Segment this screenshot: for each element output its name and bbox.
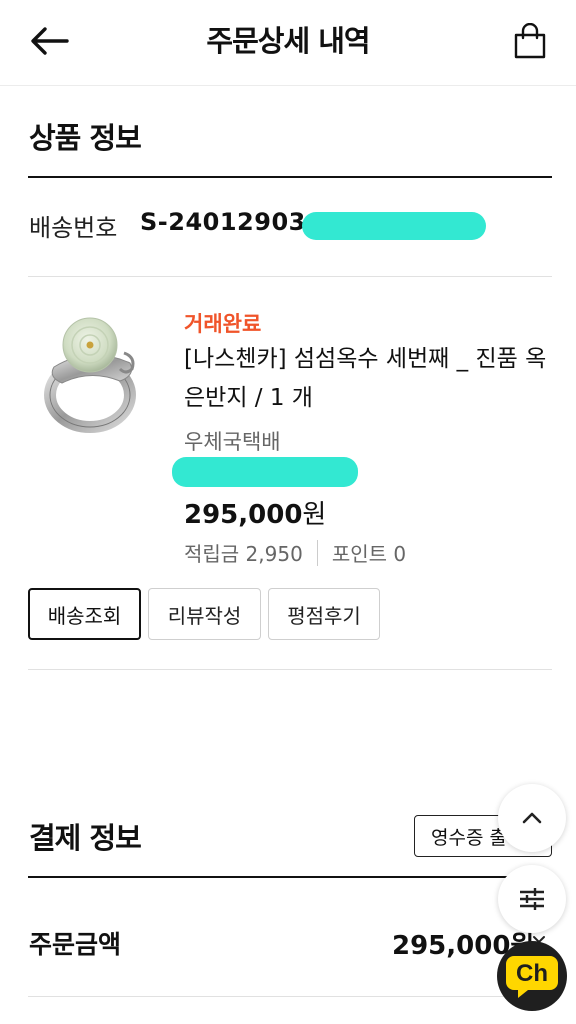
shipping-number-value: S-24012903- <box>140 208 317 236</box>
section-divider <box>28 176 552 178</box>
redaction-mark <box>172 457 358 487</box>
price-amount: 295,000 <box>184 500 303 530</box>
channel-talk-button[interactable]: Ch <box>497 941 567 1011</box>
track-shipping-button[interactable]: 배송조회 <box>28 588 141 640</box>
write-review-button[interactable]: 리뷰작성 <box>148 588 261 640</box>
sliders-icon <box>520 888 544 910</box>
shopping-bag-icon <box>514 23 546 59</box>
cart-button[interactable] <box>510 20 550 62</box>
chevron-up-icon <box>522 812 542 824</box>
chat-bubble-icon: Ch <box>506 956 558 998</box>
filter-button[interactable] <box>498 865 566 933</box>
order-total-label: 주문금액 <box>29 930 122 959</box>
shipping-method: 우체국택배 <box>184 430 281 454</box>
payment-info-title: 결제 정보 <box>29 821 142 855</box>
price-currency: 원 <box>302 500 327 530</box>
divider <box>28 276 552 277</box>
product-name[interactable]: [나스첸카] 섬섬옥수 세번째 _ 진품 옥 은반지 / 1 개 <box>184 340 556 418</box>
product-thumbnail[interactable] <box>40 305 144 433</box>
divider <box>28 996 552 997</box>
product-price: 295,000원 <box>184 494 326 531</box>
rating-review-button[interactable]: 평점후기 <box>268 588 380 640</box>
separator <box>316 539 318 566</box>
top-app-bar: 주문상세 내역 <box>0 0 576 86</box>
order-status: 거래완료 <box>184 312 262 336</box>
page-title: 주문상세 내역 <box>206 24 370 58</box>
points: 포인트 0 <box>331 542 407 566</box>
channel-label: Ch <box>516 960 548 987</box>
section-divider <box>28 876 552 878</box>
shipping-number-label: 배송번호 <box>29 214 118 242</box>
scroll-top-button[interactable] <box>498 784 566 852</box>
redaction-mark <box>302 212 486 240</box>
reward-points: 적립금 2,950 <box>184 542 303 566</box>
product-info-title: 상품 정보 <box>29 121 142 155</box>
ring-image <box>44 317 136 433</box>
reward-row: 적립금 2,950 포인트 0 <box>184 538 406 567</box>
divider <box>28 669 552 670</box>
